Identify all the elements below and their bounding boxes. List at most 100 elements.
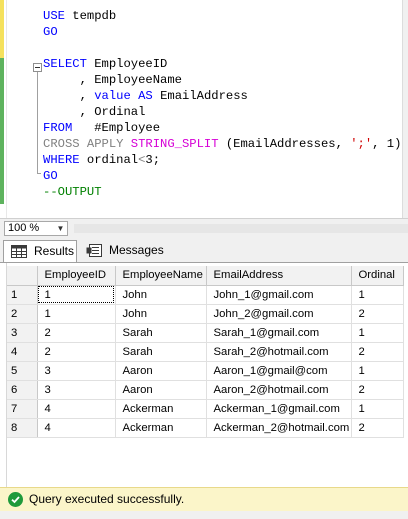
code-token: AS [138, 89, 153, 103]
code-line[interactable]: --OUTPUT [43, 184, 102, 200]
cell-ordinal[interactable]: 2 [351, 380, 404, 400]
table-row[interactable]: 7 4 Ackerman Ackerman_1@gmail.com 1 [7, 399, 404, 419]
table-row[interactable]: 1 1 John John_1@gmail.com 1 [7, 285, 404, 305]
chevron-down-icon[interactable]: ▼ [54, 222, 67, 235]
code-token: EmployeeID [86, 57, 168, 71]
code-token: , EmployeeName [43, 73, 182, 87]
code-line[interactable]: FROM #Employee [43, 120, 160, 136]
code-line[interactable]: GO [43, 24, 58, 40]
cell-ordinal[interactable]: 2 [351, 304, 404, 324]
cell-emailaddress[interactable]: John_1@gmail.com [206, 285, 352, 305]
cell-employeename[interactable]: John [115, 304, 207, 324]
code-token: tempdb [64, 9, 117, 23]
code-token: WHERE [43, 153, 80, 167]
cell-emailaddress[interactable]: John_2@gmail.com [206, 304, 352, 324]
row-number[interactable]: 8 [7, 418, 38, 438]
vertical-scrollbar[interactable] [402, 0, 408, 218]
cell-ordinal[interactable]: 1 [351, 285, 404, 305]
zoom-value: 100 % [8, 222, 40, 234]
column-header-ordinal[interactable]: Ordinal [351, 266, 404, 286]
code-line[interactable]: , value AS EmailAddress [43, 88, 248, 104]
row-number[interactable]: 1 [7, 285, 38, 305]
messages-icon [86, 244, 102, 257]
code-token: GO [43, 25, 58, 39]
sql-editor[interactable]: USE tempdb GO SELECT EmployeeID , Employee… [0, 0, 408, 218]
code-token: STRING_SPLIT [130, 137, 219, 151]
row-number[interactable]: 6 [7, 380, 38, 400]
cell-employeename[interactable]: Ackerman [115, 399, 207, 419]
cell-employeeid[interactable]: 1 [37, 304, 116, 324]
outline-line [37, 72, 38, 174]
cell-employeeid[interactable]: 4 [37, 418, 116, 438]
code-token: , 1) [372, 137, 402, 151]
cell-ordinal[interactable]: 2 [351, 418, 404, 438]
code-line[interactable]: , EmployeeName [43, 72, 182, 88]
tab-results[interactable]: Results [3, 240, 77, 262]
table-row[interactable]: 4 2 Sarah Sarah_2@hotmail.com 2 [7, 342, 404, 362]
code-line[interactable]: SELECT EmployeeID [43, 56, 167, 72]
cell-employeeid[interactable]: 3 [37, 380, 116, 400]
code-token: (EmailAddresses, [218, 137, 351, 151]
cell-ordinal[interactable]: 1 [351, 361, 404, 381]
cell-employeeid[interactable]: 4 [37, 399, 116, 419]
zoom-select[interactable]: 100 % ▼ [4, 221, 68, 236]
code-token: #Employee [72, 121, 161, 135]
code-line[interactable]: WHERE ordinal<3; [43, 152, 160, 168]
code-line[interactable]: , Ordinal [43, 104, 146, 120]
row-number[interactable]: 5 [7, 361, 38, 381]
row-number[interactable]: 4 [7, 342, 38, 362]
table-row[interactable]: 2 1 John John_2@gmail.com 2 [7, 304, 404, 324]
row-number[interactable]: 2 [7, 304, 38, 324]
cell-employeename[interactable]: Aaron [115, 361, 207, 381]
code-token: EmailAddress [152, 89, 248, 103]
zoom-bar: 100 % ▼ [0, 218, 408, 237]
cell-emailaddress[interactable]: Sarah_1@gmail.com [206, 323, 352, 343]
results-table: EmployeeID EmployeeName EmailAddress Ord… [7, 266, 404, 438]
row-number[interactable]: 7 [7, 399, 38, 419]
row-number[interactable]: 3 [7, 323, 38, 343]
cell-employeename[interactable]: Ackerman [115, 418, 207, 438]
code-token: ordinal [79, 153, 139, 167]
table-row[interactable]: 5 3 Aaron Aaron_1@gmail@com 1 [7, 361, 404, 381]
code-line[interactable]: CROSS APPLY STRING_SPLIT (EmailAddresses… [43, 136, 401, 152]
code-token: USE [43, 9, 65, 23]
cell-employeename[interactable]: Sarah [115, 323, 207, 343]
cell-employeename[interactable]: Aaron [115, 380, 207, 400]
cell-employeename[interactable]: John [115, 285, 207, 305]
cell-emailaddress[interactable]: Aaron_1@gmail@com [206, 361, 352, 381]
tab-messages[interactable]: Messages [79, 240, 164, 262]
cell-emailaddress[interactable]: Sarah_2@hotmail.com [206, 342, 352, 362]
results-grid[interactable]: EmployeeID EmployeeName EmailAddress Ord… [0, 262, 408, 488]
cell-ordinal[interactable]: 2 [351, 342, 404, 362]
outline-line-end [37, 173, 41, 174]
bottom-strip [0, 511, 408, 519]
code-line[interactable]: GO [43, 168, 58, 184]
status-bar: Query executed successfully. [0, 487, 408, 511]
horizontal-scrollbar[interactable] [74, 224, 408, 233]
column-header-emailaddress[interactable]: EmailAddress [206, 266, 352, 286]
column-header-employeeid[interactable]: EmployeeID [37, 266, 116, 286]
cell-ordinal[interactable]: 1 [351, 323, 404, 343]
collapse-toggle-icon[interactable] [33, 63, 42, 72]
cell-ordinal[interactable]: 1 [351, 399, 404, 419]
cell-employeeid[interactable]: 3 [37, 361, 116, 381]
cell-emailaddress[interactable]: Aaron_2@hotmail.com [206, 380, 352, 400]
code-token: ';' [350, 137, 373, 151]
cell-employeeid[interactable]: 2 [37, 323, 116, 343]
code-line[interactable]: USE tempdb [43, 8, 116, 24]
table-row[interactable]: 8 4 Ackerman Ackerman_2@hotmail.com 2 [7, 418, 404, 438]
cell-employeeid[interactable]: 1 [37, 285, 116, 305]
table-row[interactable]: 6 3 Aaron Aaron_2@hotmail.com 2 [7, 380, 404, 400]
cell-employeeid[interactable]: 2 [37, 342, 116, 362]
cell-emailaddress[interactable]: Ackerman_2@hotmail.com [206, 418, 352, 438]
table-row[interactable]: 3 2 Sarah Sarah_1@gmail.com 1 [7, 323, 404, 343]
code-token: , [43, 89, 95, 103]
results-tabs: Results Messages [0, 237, 408, 262]
cell-employeename[interactable]: Sarah [115, 342, 207, 362]
column-header-employeename[interactable]: EmployeeName [115, 266, 207, 286]
row-number-header[interactable] [7, 266, 38, 286]
cell-emailaddress[interactable]: Ackerman_1@gmail.com [206, 399, 352, 419]
status-message: Query executed successfully. [29, 492, 185, 506]
